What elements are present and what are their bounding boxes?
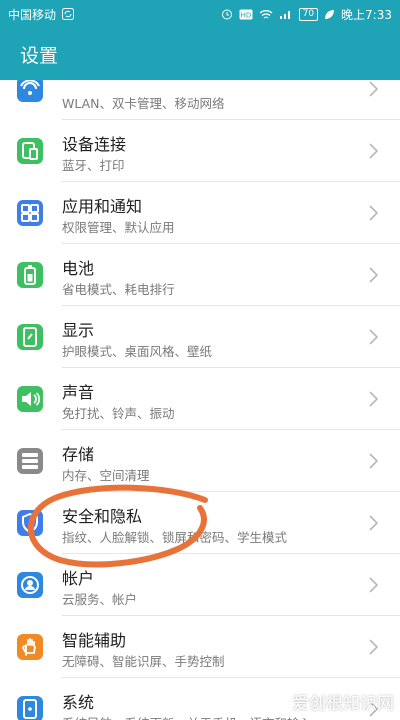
status-left: 中国移动 (8, 6, 75, 23)
status-right: HD 70 晚上7:33 (221, 6, 392, 23)
settings-item-title: 智能辅助 (62, 631, 127, 650)
settings-item-subtitle: 指纹、人脸解锁、锁屏和密码、学生模式 (62, 530, 288, 545)
sound-icon (17, 386, 43, 412)
settings-item-title: 安全和隐私 (62, 507, 143, 526)
chevron-right-icon (369, 267, 378, 283)
settings-list[interactable]: WLAN、双卡管理、移动网络设备连接蓝牙、打印应用和通知权限管理、默认应用电池省… (0, 80, 400, 720)
hand-icon (17, 634, 43, 660)
chevron-right-icon (369, 577, 378, 593)
carrier-label: 中国移动 (8, 7, 57, 22)
hd-icon: HD (239, 9, 253, 20)
leaf-icon (324, 9, 335, 20)
battery-icon (17, 262, 43, 288)
wifi-signal-icon (259, 9, 273, 20)
chevron-right-icon (369, 453, 378, 469)
device-connect-icon (17, 138, 43, 164)
settings-item[interactable]: 设备连接 蓝牙、打印 (17, 120, 400, 182)
chevron-right-icon (369, 391, 378, 407)
clock: 晚上7:33 (341, 7, 392, 22)
settings-item[interactable]: 声音免打扰、铃声、振动 (17, 368, 400, 430)
settings-list-inner: WLAN、双卡管理、移动网络设备连接蓝牙、打印应用和通知权限管理、默认应用电池省… (0, 80, 400, 720)
settings-item-title: 电池 (62, 259, 95, 278)
status-bar: 中国移动 HD 70 晚上7:33 (0, 0, 400, 28)
settings-item-subtitle: 系统导航、系统更新、关于手机、语言和输入 (62, 713, 312, 720)
display-icon (17, 324, 43, 350)
chevron-right-icon (369, 639, 378, 655)
chevron-right-icon (369, 205, 378, 221)
settings-item-subtitle: 内存、空间清理 (62, 468, 150, 483)
wifi-icon (17, 80, 43, 102)
settings-item-title: 应用和通知 (62, 197, 143, 216)
settings-item-subtitle: 免打扰、铃声、振动 (62, 406, 175, 421)
battery-level: 70 (298, 7, 319, 21)
settings-item-subtitle: 权限管理、默认应用 (62, 220, 175, 235)
cell-signal-icon (279, 9, 293, 20)
settings-item-title: 声音 (62, 383, 95, 402)
settings-item[interactable]: 存储 内存、空间清理 (17, 430, 400, 492)
settings-item-title: 帐户 (62, 569, 95, 588)
system-icon (17, 696, 43, 720)
settings-item[interactable]: 电池省电模式、耗电排行 (17, 244, 400, 306)
alarm-icon (221, 8, 233, 20)
settings-item-subtitle: 云服务、帐户 (62, 592, 138, 607)
settings-item[interactable]: 安全和隐私指纹、人脸解锁、锁屏和密码、学生模式 (17, 492, 400, 554)
sync-icon (62, 8, 75, 20)
settings-item[interactable]: 应用和通知权限管理、默认应用 (17, 182, 400, 244)
settings-item-subtitle: 蓝牙、打印 (62, 158, 125, 173)
settings-item[interactable]: 显示护眼模式、桌面风格、壁纸 (17, 306, 400, 368)
chevron-right-icon (369, 81, 378, 97)
chevron-right-icon (369, 515, 378, 531)
settings-item-subtitle: 无障碍、智能识屏、手势控制 (62, 654, 225, 669)
svg-text:HD: HD (240, 11, 251, 19)
settings-item-title: 设备连接 (62, 135, 127, 154)
shield-icon (17, 510, 43, 536)
title-bar: 设置 (0, 28, 400, 80)
apps-icon (17, 200, 43, 226)
page-title: 设置 (20, 44, 59, 67)
settings-item-title: 系统 (62, 693, 95, 712)
settings-item-title: 显示 (62, 321, 95, 340)
settings-item-subtitle: 护眼模式、桌面风格、壁纸 (62, 344, 213, 359)
chevron-right-icon (369, 143, 378, 159)
settings-item-title: 存储 (62, 445, 95, 464)
watermark: 爱创根知识网 (292, 694, 394, 714)
settings-item[interactable]: 帐户 云服务、帐户 (17, 554, 400, 616)
settings-item[interactable]: 智能辅助无障碍、智能识屏、手势控制 (17, 616, 400, 678)
settings-item[interactable]: WLAN、双卡管理、移动网络 (17, 80, 400, 120)
settings-item-subtitle: 省电模式、耗电排行 (62, 282, 175, 297)
account-icon (17, 572, 43, 598)
storage-icon (17, 448, 43, 474)
settings-item-subtitle: WLAN、双卡管理、移动网络 (62, 96, 225, 111)
chevron-right-icon (369, 329, 378, 345)
